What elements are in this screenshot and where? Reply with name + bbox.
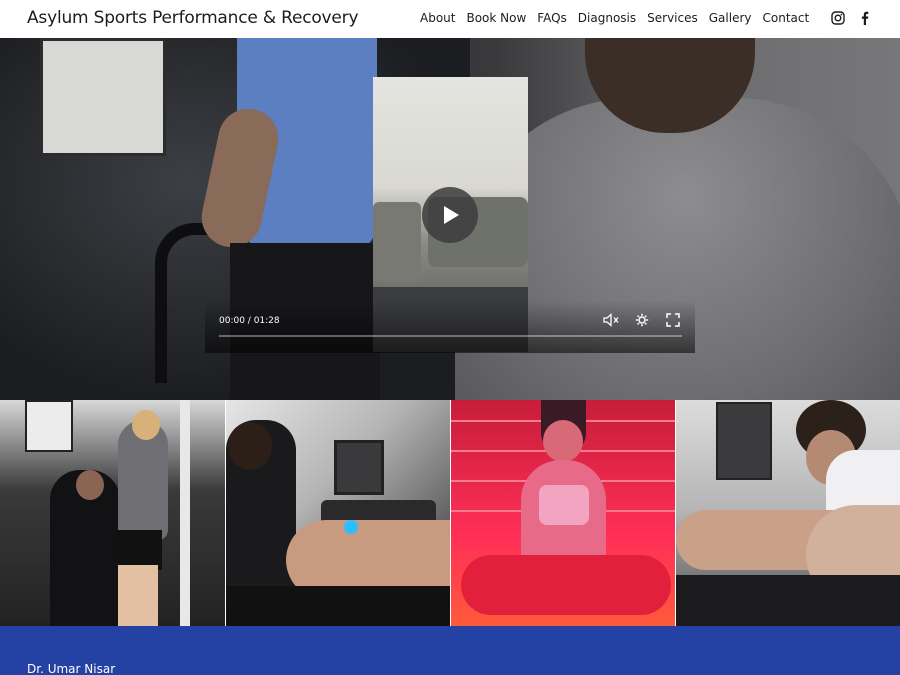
instagram-icon[interactable] [831, 11, 845, 25]
practitioner-name: Dr. Umar Nisar [27, 662, 116, 675]
video-time: 00:00 / 01:28 [219, 316, 280, 326]
footer-section: Dr. Umar Nisar [0, 626, 900, 675]
main-nav: About Book Now FAQs Diagnosis Services G… [420, 11, 809, 25]
photo-gallery [0, 400, 900, 626]
gallery-image-sauna[interactable] [450, 400, 675, 626]
volume-icon[interactable] [603, 313, 619, 327]
wall-poster [40, 38, 166, 156]
site-header: Asylum Sports Performance & Recovery Abo… [0, 0, 900, 38]
play-icon[interactable] [422, 187, 478, 243]
fullscreen-icon[interactable] [666, 313, 680, 327]
nav-contact[interactable]: Contact [763, 11, 810, 25]
gallery-image-treatment[interactable] [675, 400, 900, 626]
nav-gallery[interactable]: Gallery [709, 11, 752, 25]
nav-book-now[interactable]: Book Now [466, 11, 526, 25]
nav-services[interactable]: Services [647, 11, 698, 25]
nav-faqs[interactable]: FAQs [537, 11, 567, 25]
social-links [831, 11, 872, 25]
settings-icon[interactable] [635, 313, 649, 327]
site-title[interactable]: Asylum Sports Performance & Recovery [27, 8, 359, 28]
nav-diagnosis[interactable]: Diagnosis [578, 11, 636, 25]
gallery-image-consult[interactable] [0, 400, 225, 626]
video-progress-bar[interactable] [219, 335, 682, 337]
video-controls: 00:00 / 01:28 [205, 300, 695, 353]
thumb-chair [373, 202, 421, 282]
gallery-image-therapy[interactable] [225, 400, 450, 626]
nav-about[interactable]: About [420, 11, 455, 25]
facebook-icon[interactable] [858, 11, 872, 25]
